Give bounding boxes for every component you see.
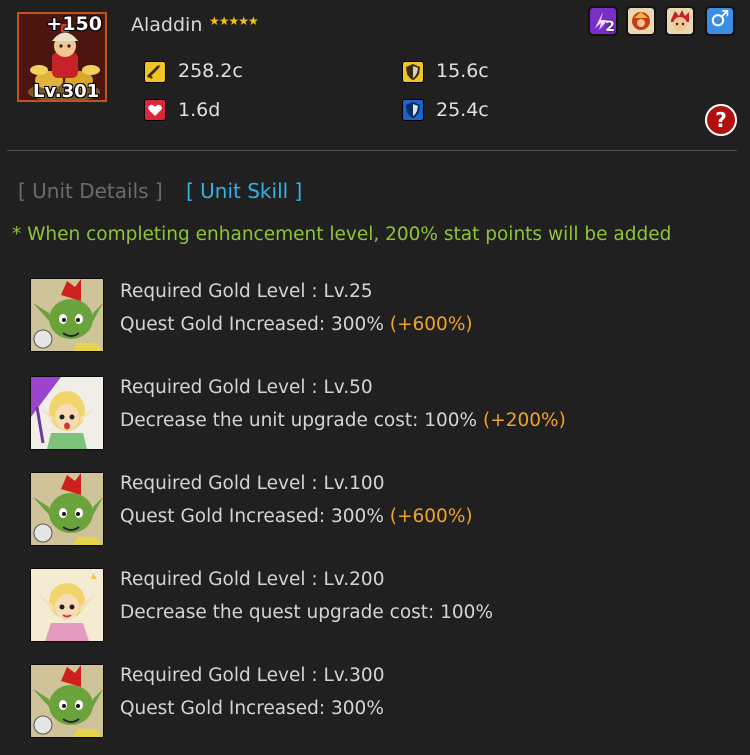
- unit-name: Aladdin: [131, 14, 203, 36]
- skill-effect: Decrease the unit upgrade cost: 100% (+2…: [120, 410, 566, 431]
- skill-bonus: (+600%): [389, 314, 473, 335]
- help-button[interactable]: ?: [705, 104, 737, 136]
- male-icon[interactable]: ♂: [705, 6, 735, 36]
- tab-unit-details[interactable]: [ Unit Details ]: [18, 179, 163, 203]
- skill-requirement: Required Gold Level : Lv.300: [120, 665, 385, 686]
- enhancement-note: * When completing enhancement level, 200…: [12, 224, 672, 245]
- health-value: 1.6d: [178, 99, 221, 121]
- sword-icon: [144, 61, 166, 83]
- goblin-icon: [30, 472, 104, 546]
- heart-icon: [144, 99, 166, 121]
- magic-badge-icon[interactable]: 2: [588, 6, 618, 36]
- badge-count: 2: [605, 19, 615, 35]
- skill-bonus: (+200%): [483, 410, 566, 431]
- header-divider: [7, 150, 737, 151]
- skill-bonus: (+600%): [389, 506, 473, 527]
- skill-effect: Decrease the quest upgrade cost: 100%: [120, 602, 494, 623]
- warrior-icon[interactable]: [626, 6, 656, 36]
- magic-shield-icon: [402, 99, 424, 121]
- unit-portrait[interactable]: +150 Lv.301: [17, 12, 107, 102]
- attack-value: 258.2c: [178, 60, 243, 82]
- skill-effect: Quest Gold Increased: 300%: [120, 698, 384, 719]
- red-hair-hero-icon[interactable]: [665, 6, 695, 36]
- skill-effect: Quest Gold Increased: 300% (+600%): [120, 314, 473, 335]
- elf-girl-icon: [30, 568, 104, 642]
- level-badge: Lv.301: [33, 81, 100, 102]
- plus-badge: +150: [46, 13, 102, 35]
- skill-requirement: Required Gold Level : Lv.100: [120, 473, 385, 494]
- goblin-icon: [30, 664, 104, 738]
- goblin-icon: [30, 278, 104, 352]
- skill-requirement: Required Gold Level : Lv.25: [120, 281, 373, 302]
- elf-mage-icon: [30, 376, 104, 450]
- star-rating: ★★★★★: [209, 14, 259, 28]
- skill-requirement: Required Gold Level : Lv.200: [120, 569, 385, 590]
- skill-requirement: Required Gold Level : Lv.50: [120, 377, 373, 398]
- magic-defense-value: 25.4c: [436, 99, 489, 121]
- defense-value: 15.6c: [436, 60, 489, 82]
- tab-unit-skill[interactable]: [ Unit Skill ]: [186, 179, 302, 203]
- skill-effect: Quest Gold Increased: 300% (+600%): [120, 506, 473, 527]
- shield-icon: [402, 61, 424, 83]
